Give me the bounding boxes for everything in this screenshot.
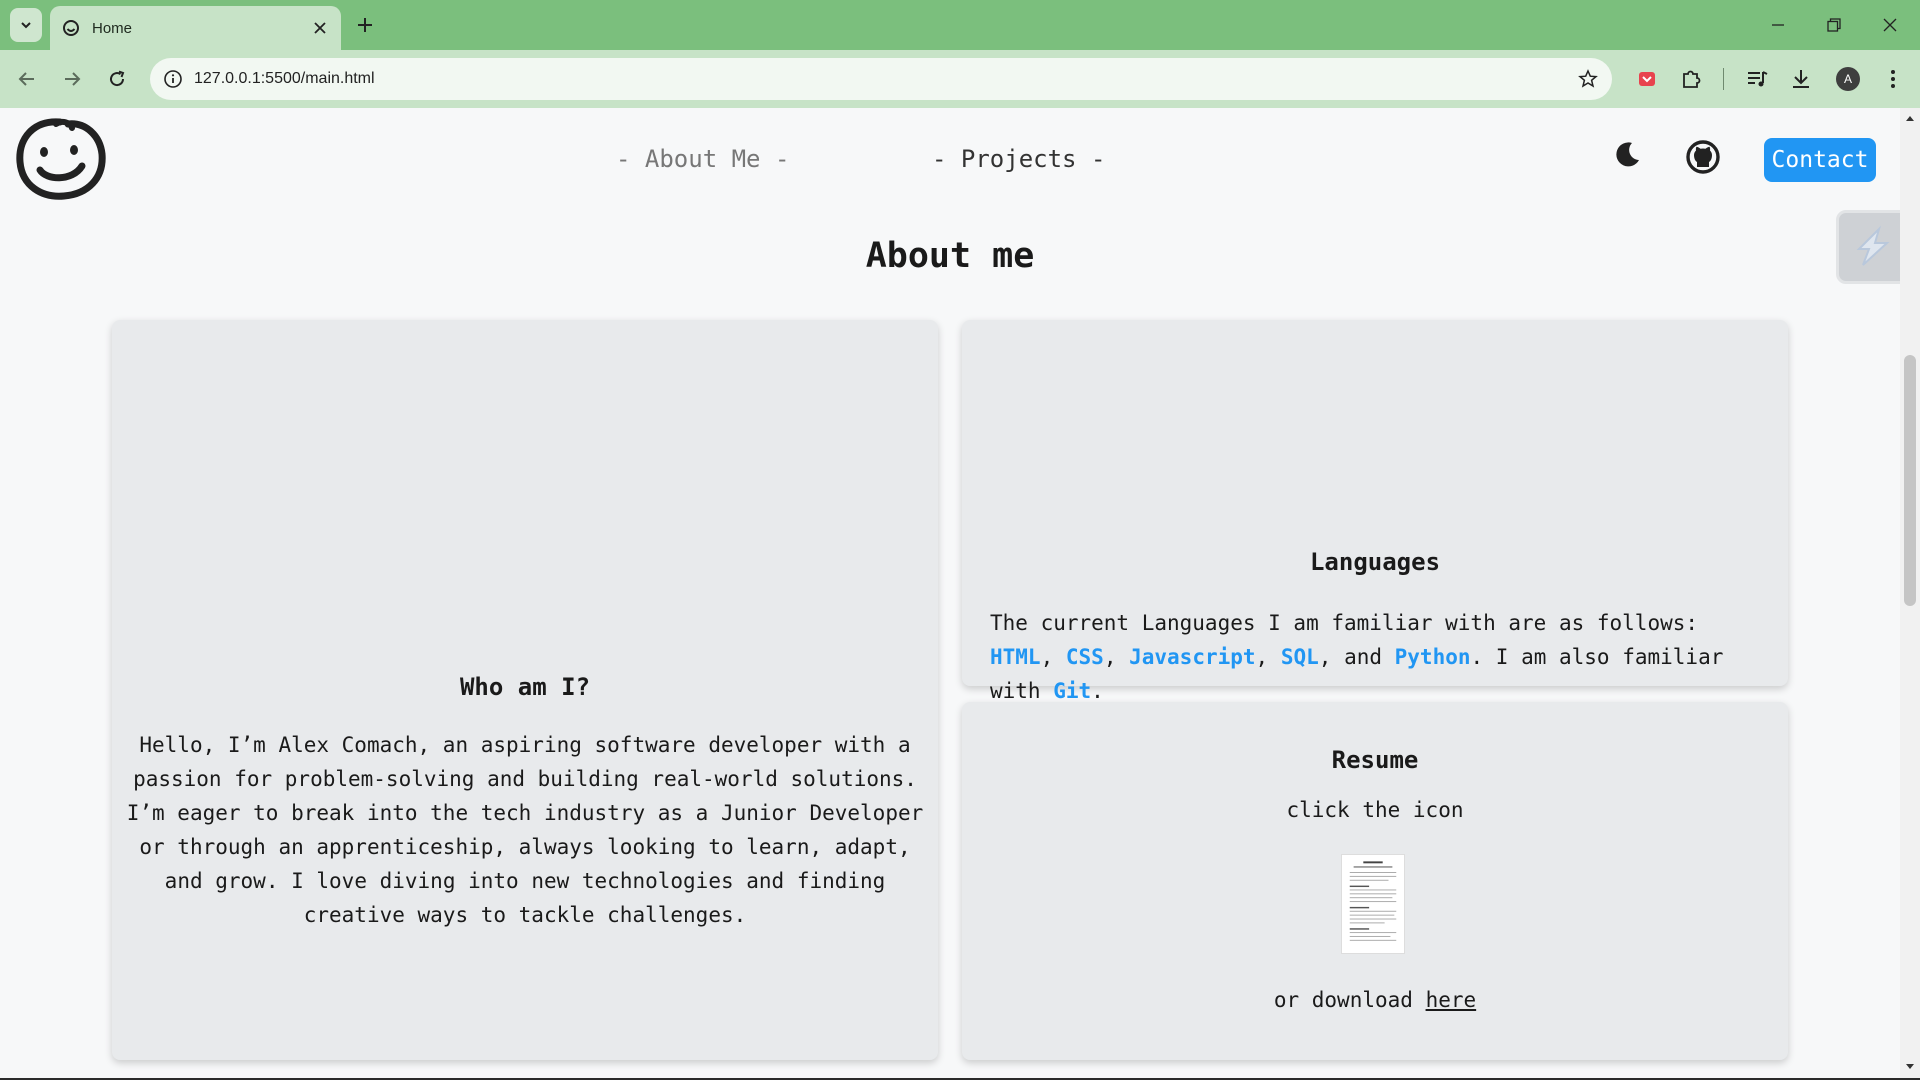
download-prefix: or download xyxy=(1273,988,1426,1012)
browser-toolbar: 127.0.0.1:5500/main.html A xyxy=(0,50,1920,108)
language-link-javascript[interactable]: Javascript xyxy=(1129,645,1255,669)
smiley-favicon-icon xyxy=(63,20,79,36)
tool-link-git[interactable]: Git xyxy=(1053,679,1091,703)
separator: , xyxy=(1103,645,1130,669)
who-am-i-text: Hello, I’m Alex Comach, an aspiring soft… xyxy=(126,733,924,927)
tab-title: Home xyxy=(92,19,133,37)
reload-button[interactable] xyxy=(100,62,134,96)
pocket-icon xyxy=(1639,72,1655,86)
who-am-i-heading: Who am I? xyxy=(459,673,591,701)
address-bar[interactable]: 127.0.0.1:5500/main.html xyxy=(150,58,1612,100)
who-am-i-card: Who am I? Hello, I’m Alex Comach, an asp… xyxy=(112,320,938,1060)
minimize-button[interactable] xyxy=(1750,0,1806,50)
resume-download-line: or download here xyxy=(962,988,1788,1012)
reload-icon xyxy=(110,70,125,87)
language-link-sql[interactable]: SQL xyxy=(1281,645,1319,669)
downloads-button[interactable] xyxy=(1786,64,1816,94)
tab-close-icon[interactable] xyxy=(311,19,329,37)
languages-heading: Languages xyxy=(1309,548,1441,576)
back-button[interactable] xyxy=(10,62,44,96)
restore-button[interactable] xyxy=(1806,0,1862,50)
browser-tabbar: Home xyxy=(0,0,1920,50)
github-icon[interactable] xyxy=(1686,140,1720,174)
tab-search-button[interactable] xyxy=(10,8,42,42)
browser-menu-button[interactable] xyxy=(1878,64,1908,94)
page-title: About me xyxy=(865,236,1035,276)
scroll-up-arrow-icon[interactable] xyxy=(1904,112,1916,124)
resume-document-icon[interactable] xyxy=(1341,854,1405,954)
nav-projects-link[interactable]: - Projects - xyxy=(932,145,1105,173)
close-window-button[interactable] xyxy=(1862,0,1918,50)
smiley-logo[interactable] xyxy=(12,114,108,202)
puzzle-icon xyxy=(1683,70,1701,88)
resume-subtitle: click the icon xyxy=(1286,798,1464,822)
profile-button[interactable]: A xyxy=(1833,64,1863,94)
toolbar-separator xyxy=(1723,68,1724,90)
page-viewport: - About Me - - Projects - Contact About … xyxy=(0,108,1900,1078)
download-icon xyxy=(1793,70,1809,88)
separator: , xyxy=(1040,645,1066,669)
minimize-icon xyxy=(1772,24,1784,26)
media-control-button[interactable] xyxy=(1742,64,1772,94)
chevron-down-icon xyxy=(21,22,31,29)
resume-card: Resume click the icon or download here xyxy=(962,702,1788,1060)
arrow-left-icon xyxy=(18,72,34,86)
bookmark-star-icon[interactable] xyxy=(1578,69,1598,89)
contact-button[interactable]: Contact xyxy=(1764,138,1876,182)
browser-tab[interactable]: Home xyxy=(50,6,341,50)
scrollbar-thumb[interactable] xyxy=(1904,355,1916,606)
language-link-css[interactable]: CSS xyxy=(1066,645,1104,669)
avatar: A xyxy=(1836,67,1860,91)
site-info-icon[interactable] xyxy=(152,58,194,100)
url-text[interactable]: 127.0.0.1:5500/main.html xyxy=(194,70,375,88)
new-tab-button[interactable] xyxy=(352,12,378,38)
close-icon xyxy=(1883,18,1897,32)
restore-icon xyxy=(1827,18,1841,32)
extensions-button[interactable] xyxy=(1676,64,1706,94)
resume-heading: Resume xyxy=(1331,746,1419,774)
language-link-python[interactable]: Python xyxy=(1395,645,1471,669)
scroll-down-arrow-icon[interactable] xyxy=(1904,1061,1916,1073)
plus-icon xyxy=(358,18,372,32)
forward-button[interactable] xyxy=(55,62,89,96)
languages-end: . xyxy=(1091,679,1104,703)
resume-download-link[interactable]: here xyxy=(1426,988,1477,1012)
separator: , and xyxy=(1318,645,1395,669)
arrow-right-icon xyxy=(65,72,81,86)
separator: , xyxy=(1255,645,1281,669)
page-scrollbar[interactable] xyxy=(1900,108,1920,1078)
pocket-extension-button[interactable] xyxy=(1632,64,1662,94)
playlist-icon xyxy=(1748,71,1768,87)
languages-text: The current Languages I am familiar with… xyxy=(990,606,1770,708)
language-link-html[interactable]: HTML xyxy=(990,645,1041,669)
moon-icon[interactable] xyxy=(1612,140,1642,170)
languages-intro: The current Languages I am familiar with… xyxy=(990,611,1699,635)
more-vertical-icon xyxy=(1891,70,1895,88)
languages-card: Languages The current Languages I am fam… xyxy=(962,320,1788,703)
nav-about-me-link[interactable]: - About Me - xyxy=(616,145,789,173)
